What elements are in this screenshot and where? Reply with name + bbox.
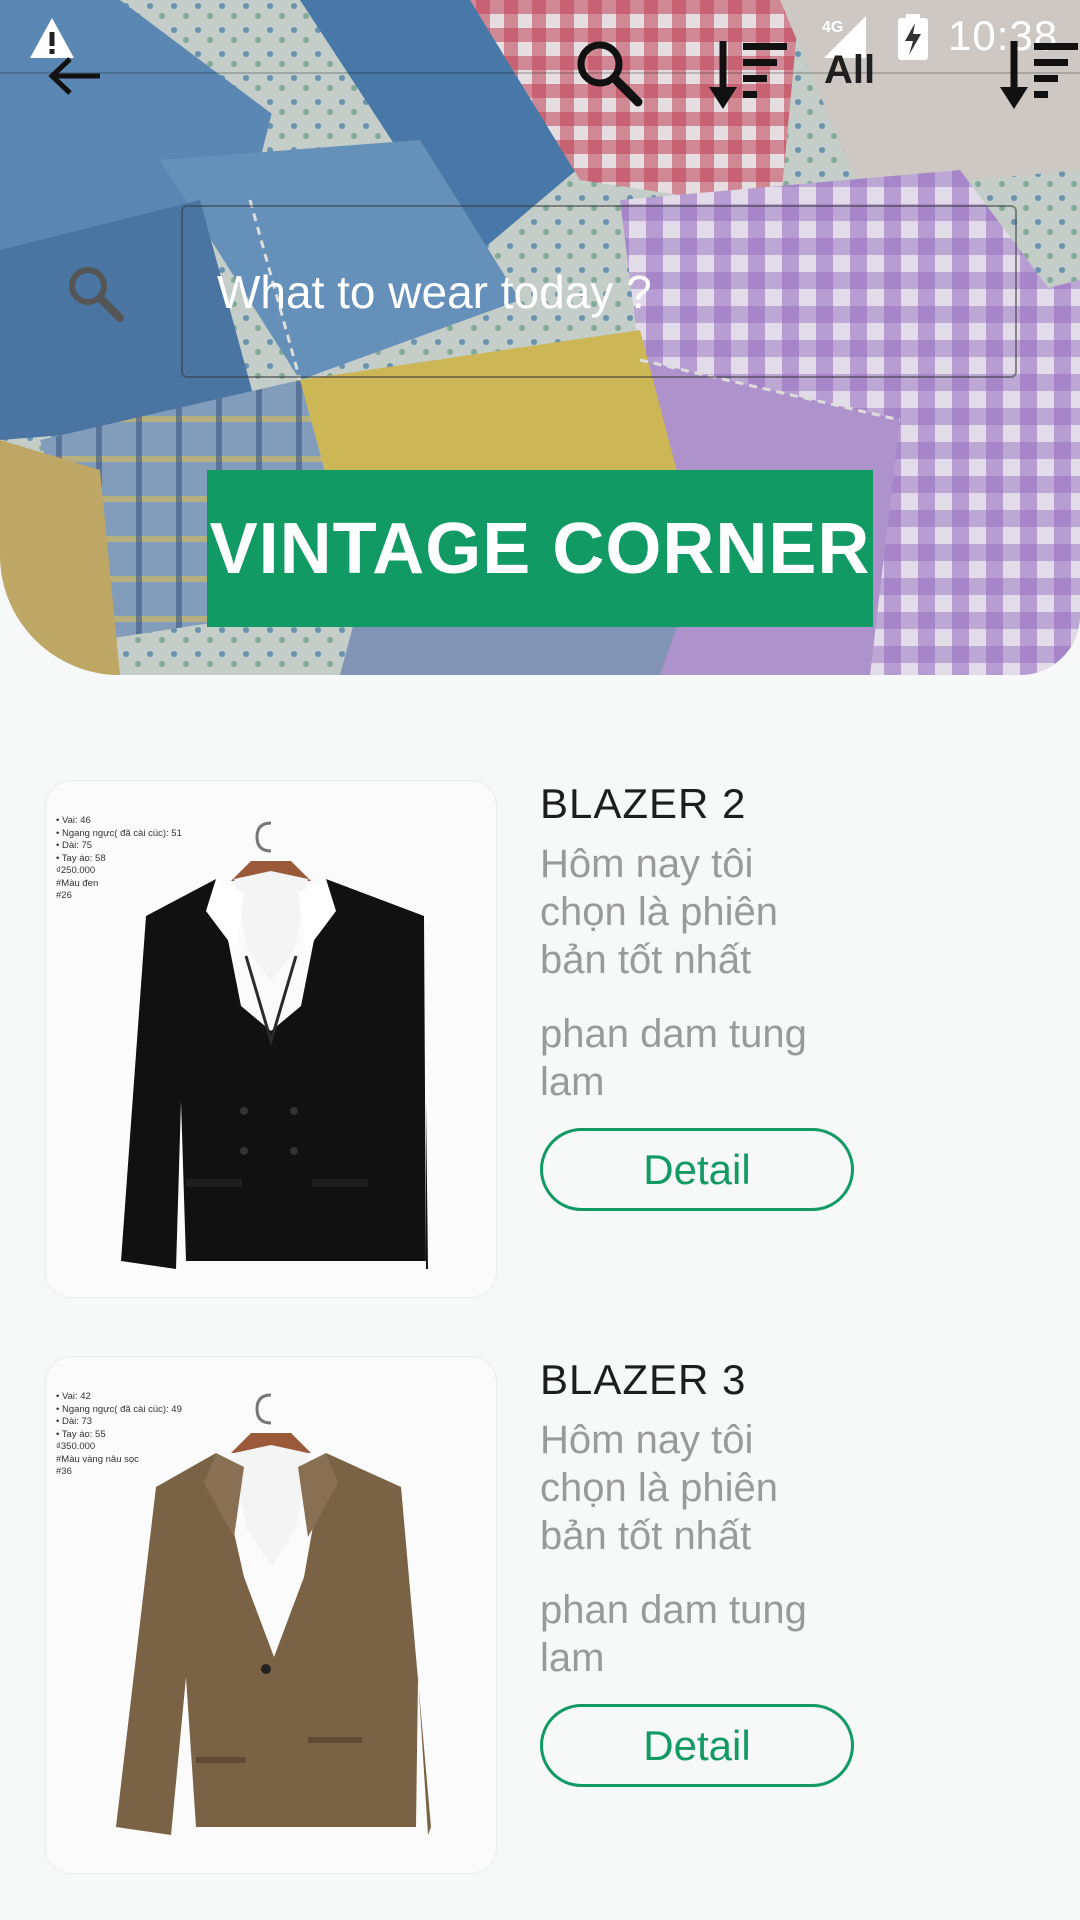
product-card: • Vai: 42 • Ngang ngực( đã cài cúc): 49 … bbox=[0, 1356, 1080, 1876]
product-description: Hôm nay tôi chọn là phiên bản tốt nhất bbox=[540, 1418, 778, 1558]
toolbar-divider bbox=[0, 72, 1080, 74]
jacket-illustration bbox=[121, 821, 428, 1269]
product-seller: phan dam tung lam bbox=[540, 1012, 807, 1104]
brand-title: VINTAGE CORNER bbox=[207, 470, 873, 627]
back-button[interactable] bbox=[38, 40, 110, 112]
product-title: BLAZER 3 bbox=[540, 1356, 747, 1403]
product-image[interactable]: • Vai: 46 • Ngang ngực( đã cài cúc): 51 … bbox=[45, 780, 497, 1298]
jacket-illustration bbox=[116, 1393, 431, 1835]
sort-button[interactable] bbox=[706, 32, 792, 116]
product-seller: phan dam tung lam bbox=[540, 1588, 807, 1680]
sort-descending-icon bbox=[709, 41, 787, 109]
search-icon bbox=[69, 267, 124, 322]
battery-charging-icon bbox=[898, 14, 928, 60]
search-placeholder: What to wear today ? bbox=[217, 265, 652, 318]
hero-banner: 4G 10:38 All What to wear today ? VINTAG… bbox=[0, 0, 1080, 675]
arrow-left-icon bbox=[48, 57, 100, 95]
search-input[interactable]: What to wear today ? bbox=[181, 205, 1017, 378]
svg-text:4G: 4G bbox=[822, 19, 843, 36]
product-description: Hôm nay tôi chọn là phiên bản tốt nhất bbox=[540, 842, 778, 982]
product-image[interactable]: • Vai: 42 • Ngang ngực( đã cài cúc): 49 … bbox=[45, 1356, 497, 1874]
toolbar-search-button[interactable] bbox=[566, 30, 650, 114]
sort-descending-icon bbox=[1000, 41, 1078, 109]
product-card: • Vai: 46 • Ngang ngực( đã cài cúc): 51 … bbox=[0, 780, 1080, 1300]
sort-button-secondary[interactable] bbox=[1000, 32, 1080, 116]
detail-button[interactable]: Detail bbox=[540, 1704, 854, 1787]
detail-button[interactable]: Detail bbox=[540, 1128, 854, 1211]
search-icon bbox=[577, 41, 643, 107]
filter-all-label[interactable]: All bbox=[824, 48, 875, 93]
product-title: BLAZER 2 bbox=[540, 780, 747, 827]
